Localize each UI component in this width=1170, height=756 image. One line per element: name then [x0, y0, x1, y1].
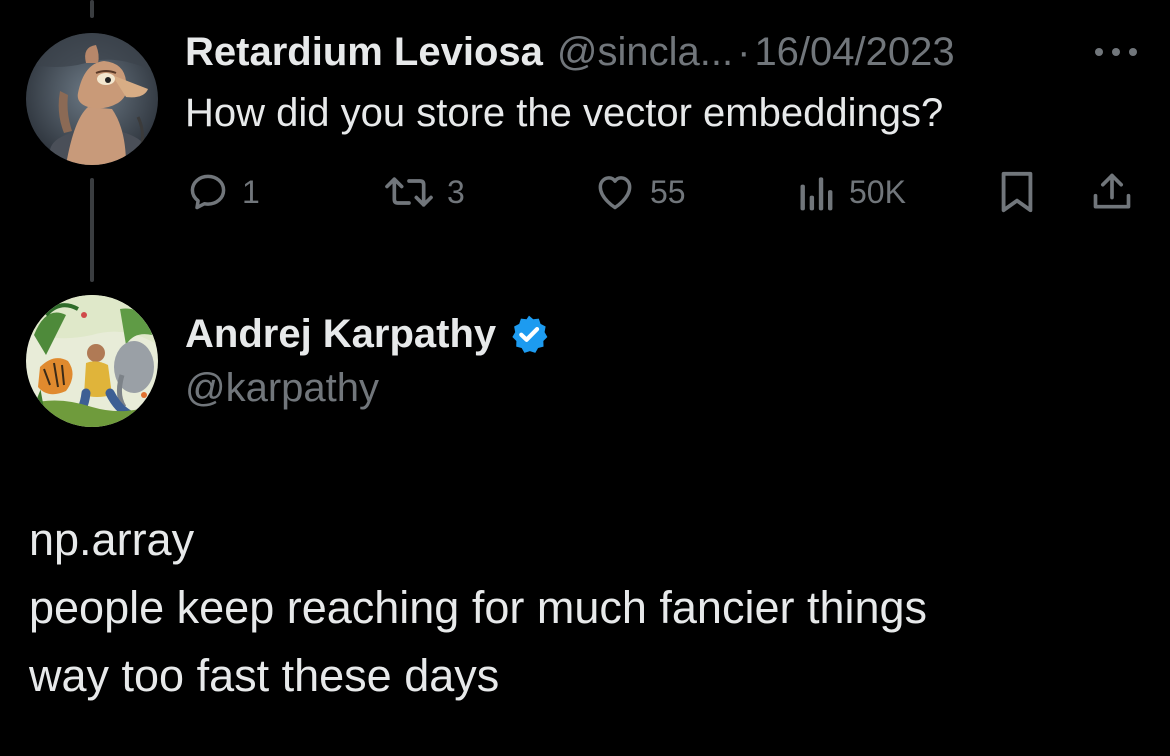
like-count: 55 [650, 173, 686, 210]
views-button[interactable]: 50K [797, 168, 906, 216]
views-bar-chart-icon [800, 177, 833, 211]
reply-author-name[interactable]: Retardium Leviosa [185, 28, 543, 76]
reply-author-avatar[interactable] [26, 33, 158, 165]
share-button[interactable] [1090, 168, 1134, 216]
tweet-line: np.array [29, 514, 195, 565]
heart-icon [598, 176, 632, 210]
reply-count: 1 [242, 173, 260, 210]
verified-badge-icon [512, 315, 548, 353]
author-display-name[interactable]: Andrej Karpathy [185, 310, 496, 358]
more-dots-icon[interactable] [1093, 44, 1139, 60]
reply-bubble-icon [190, 174, 226, 210]
bookmark-button[interactable] [997, 168, 1037, 216]
reply-tweet-text: How did you store the vector embeddings? [185, 91, 944, 135]
retweet-button[interactable]: 3 [383, 168, 465, 216]
tweet-thread: Retardium Leviosa @sincla... · 16/04/202… [0, 0, 1170, 756]
header-separator: · [737, 30, 751, 74]
share-upload-icon [1093, 173, 1131, 209]
thread-connector [90, 178, 94, 282]
views-count: 50K [849, 173, 906, 210]
tweet-line: way too fast these days [29, 650, 500, 701]
reply-date[interactable]: 16/04/2023 [754, 28, 954, 76]
bookmark-icon [1001, 171, 1033, 213]
tweet-line: people keep reaching for much fancier th… [29, 582, 928, 633]
reply-tweet-header: Retardium Leviosa @sincla... · 16/04/202… [185, 28, 955, 78]
reply-button[interactable]: 1 [186, 168, 260, 216]
retweet-count: 3 [447, 173, 465, 210]
retweet-icon [385, 177, 433, 207]
author-handle[interactable]: @karpathy [185, 364, 379, 412]
like-button[interactable]: 55 [592, 168, 686, 216]
author-name-row: Andrej Karpathy [185, 310, 550, 358]
thread-connector-top [90, 0, 94, 18]
reply-author-handle[interactable]: @sincla... [557, 28, 733, 76]
author-avatar[interactable] [26, 295, 158, 427]
main-tweet-text: np.array people keep reaching for much f… [29, 506, 1149, 710]
